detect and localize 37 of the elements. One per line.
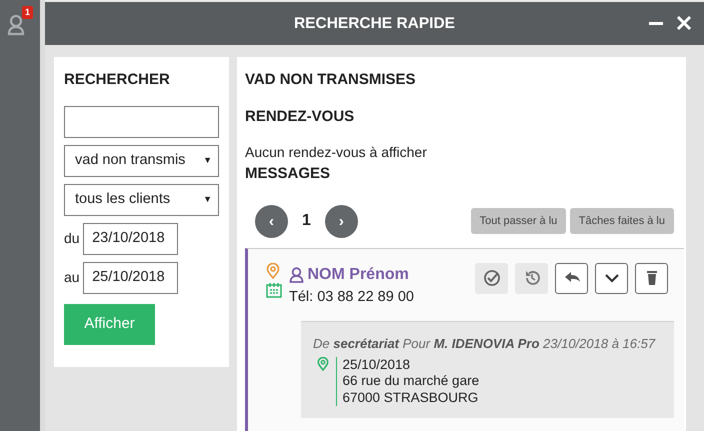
section-heading: RENDEZ-VOUS [245,106,356,126]
location-pin-icon [316,357,328,372]
bulk-action-button[interactable]: Tout passer à lu [470,208,566,234]
reply-button[interactable] [555,262,588,294]
select-field[interactable]: tous les clients ▼ [64,184,219,216]
detail-line: 66 rue du marché gare [342,373,480,390]
user-icon [289,266,304,282]
detail-line: 67000 STRASBOURG [342,390,480,406]
date-field[interactable]: 25/10/2018 [83,262,178,294]
page-number: 1 [302,211,311,231]
history-button[interactable] [515,262,548,294]
empty-message: Aucun rendez-vous à afficher [245,143,428,162]
location-pin-icon [266,262,280,278]
phone-number: Tél: 03 88 22 89 00 [289,288,415,306]
delete-button[interactable] [635,262,668,294]
date-label: au [64,268,80,287]
previous-page-button[interactable]: ‹ [255,204,288,238]
bulk-action-button[interactable]: Tâches faites à lu [570,208,674,234]
date-label: du [64,229,80,248]
next-page-button[interactable]: › [324,204,358,238]
date-field[interactable]: 23/10/2018 [83,222,178,254]
section-heading: RECHERCHER [64,70,171,90]
section-heading: MESSAGES [245,164,332,184]
close-icon[interactable] [676,14,692,32]
window-title: RECHERCHE RAPIDE [294,14,456,34]
section-heading: VAD NON TRANSMISES [245,70,417,90]
notification-badge: 1 [22,6,34,19]
search-field[interactable] [64,106,219,138]
check-icon [482,269,500,287]
user-icon[interactable] [6,14,26,36]
expand-button[interactable] [595,262,628,294]
check-button[interactable] [475,262,508,294]
detail-line: 25/10/2018 [342,357,412,374]
message-meta: De secrétariat Pour M. IDENOVIA Pro 23/10/2018 à 16:57 [313,335,656,354]
contact-name: NOM Prénom [308,264,409,284]
calendar-icon [266,282,282,298]
select-field[interactable]: vad non transmis ▼ [64,144,219,176]
